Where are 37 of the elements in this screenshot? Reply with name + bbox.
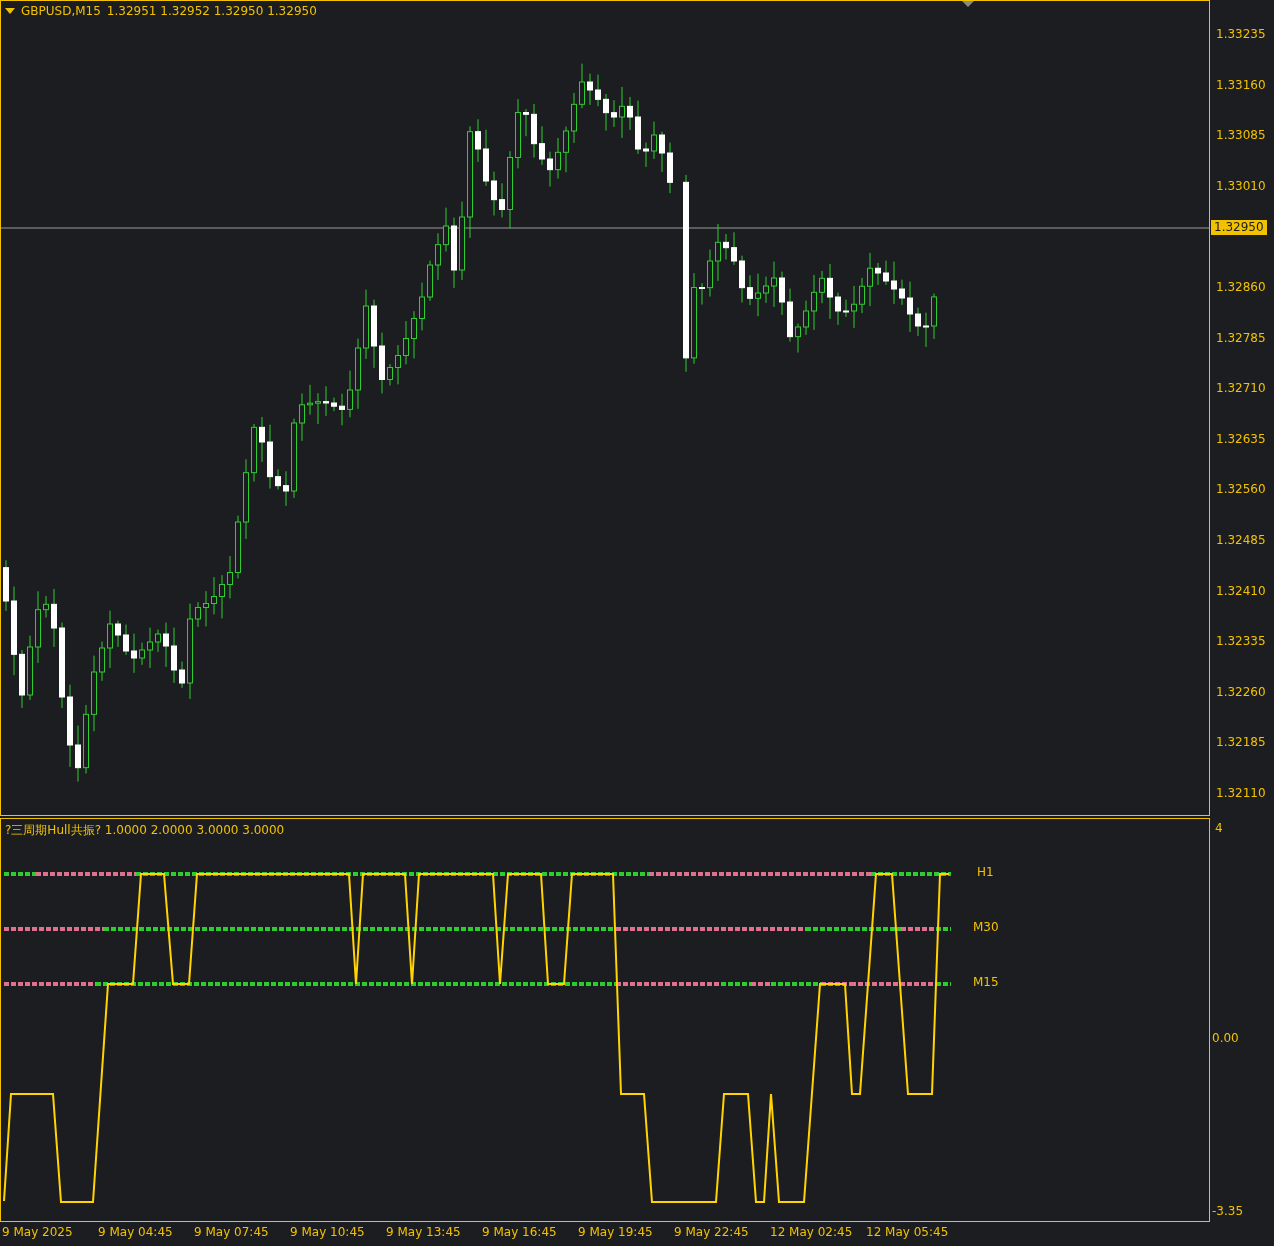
price-tick: 1.33085 <box>1216 128 1266 143</box>
level-label: M15 <box>973 975 999 989</box>
price-tick: 1.32410 <box>1216 583 1266 598</box>
time-tick: 9 May 16:45 <box>482 1225 557 1239</box>
indicator-tick: -3.35 <box>1212 1204 1244 1218</box>
price-tick: 1.32860 <box>1216 280 1266 294</box>
price-tick: 1.32110 <box>1216 786 1266 800</box>
quotes-label: 1.32951 1.32952 1.32950 1.32950 <box>106 4 317 18</box>
price-tick: 1.32260 <box>1216 684 1266 699</box>
shift-marker-icon[interactable] <box>962 1 974 9</box>
time-tick: 9 May 19:45 <box>578 1225 653 1239</box>
indicator-tick: 0.00 <box>1212 1031 1239 1045</box>
price-tick: 1.32560 <box>1216 482 1266 497</box>
level-label: H1 <box>977 865 994 879</box>
time-tick: 9 May 10:45 <box>290 1225 365 1239</box>
price-tick: 1.33160 <box>1216 77 1266 92</box>
price-tick: 1.32710 <box>1216 381 1266 396</box>
indicator-tick: 4 <box>1215 821 1223 835</box>
time-tick: 9 May 2025 <box>2 1225 73 1239</box>
time-tick: 12 May 02:45 <box>770 1225 853 1239</box>
symbol-label: GBPUSD,M15 <box>21 4 101 18</box>
price-tick: 1.32785 <box>1216 330 1266 345</box>
time-tick: 12 May 05:45 <box>866 1225 949 1239</box>
price-tick: 1.32335 <box>1216 634 1266 649</box>
price-tick: 1.32485 <box>1216 533 1266 547</box>
current-price-tag: 1.32950 <box>1211 220 1267 235</box>
time-tick: 9 May 13:45 <box>386 1225 461 1239</box>
price-tick: 1.33010 <box>1216 178 1266 193</box>
dropdown-icon[interactable] <box>5 8 15 14</box>
level-label: M30 <box>973 920 999 934</box>
time-tick: 9 May 07:45 <box>194 1225 269 1239</box>
price-tick: 1.32635 <box>1216 431 1266 446</box>
time-tick: 9 May 04:45 <box>98 1225 173 1239</box>
price-tick: 1.33235 <box>1216 27 1266 41</box>
time-tick: 9 May 22:45 <box>674 1225 749 1239</box>
price-tick: 1.32185 <box>1216 735 1266 750</box>
indicator-title: ?三周期Hull共振? 1.0000 2.0000 3.0000 3.0000 <box>5 822 285 839</box>
